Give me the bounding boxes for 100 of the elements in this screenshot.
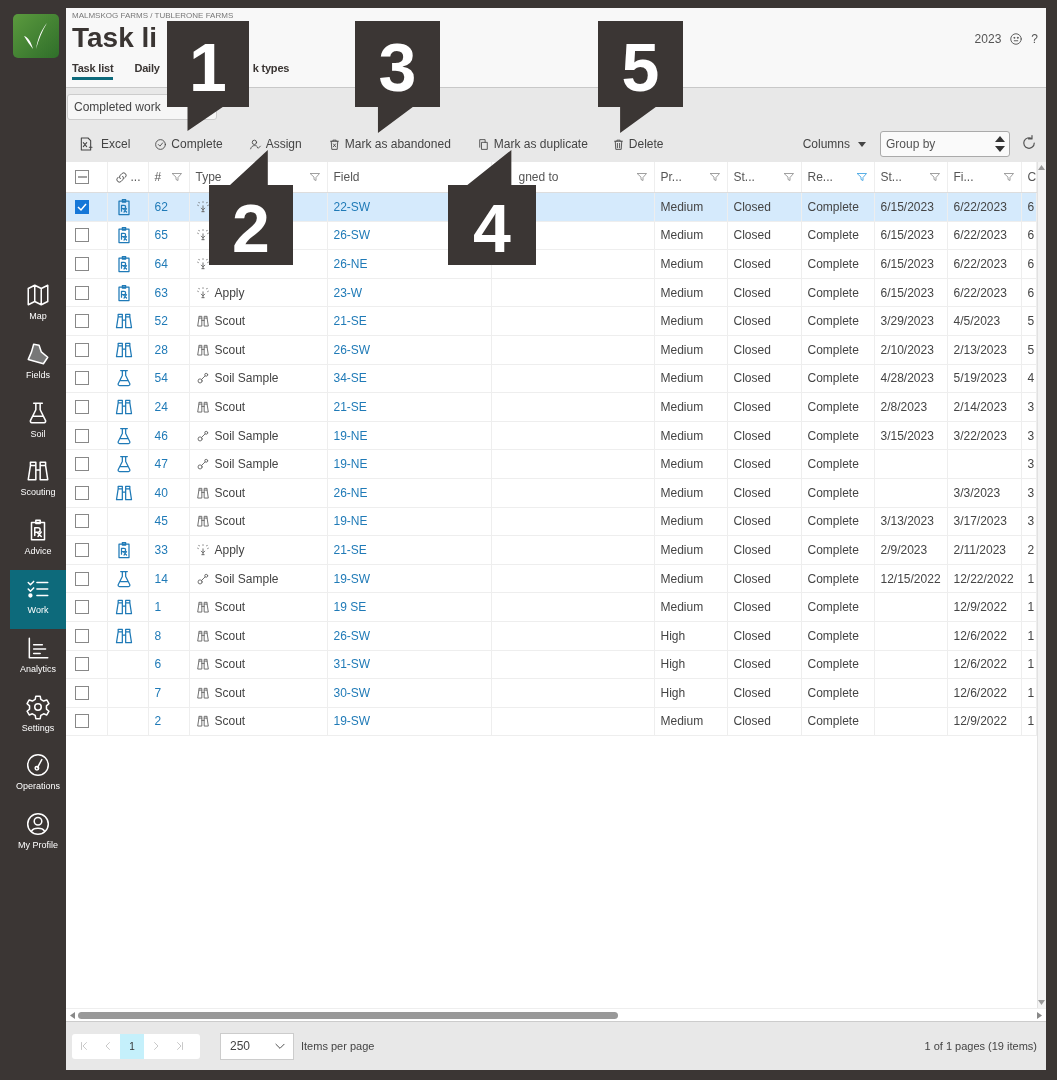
tab[interactable]: k types [252,62,290,80]
row-checkbox[interactable] [75,399,89,414]
columns-menu-button[interactable]: Columns [802,137,866,151]
scroll-right-icon[interactable] [1037,1011,1042,1019]
row-checkbox[interactable] [75,371,89,386]
task-number-link[interactable]: 14 [154,571,168,586]
field-link[interactable]: 19-NE [333,514,368,529]
row-checkbox[interactable] [75,600,89,615]
column-header: C [1027,170,1035,184]
field-link[interactable]: 30-SW [333,685,371,700]
scroll-down-icon[interactable] [1038,1000,1046,1005]
toolbar-button[interactable]: Delete [611,137,664,151]
task-number-link[interactable]: 47 [154,457,168,472]
page-size-select[interactable]: 250 [220,1032,294,1060]
task-number-link[interactable]: 33 [154,542,168,557]
field-link[interactable]: 19 SE [333,600,367,615]
column-header[interactable]: Pr... [660,170,682,184]
help-link[interactable]: ? [1031,32,1038,46]
column-header[interactable]: St... [733,170,755,184]
field-link[interactable]: 21-SE [333,314,367,329]
page-number-button[interactable]: 1 [120,1033,144,1059]
task-number-link[interactable]: 8 [154,628,162,643]
field-link[interactable]: 21-SE [333,542,367,557]
row-checkbox[interactable] [75,571,89,586]
row-checkbox[interactable] [75,685,89,700]
task-number-link[interactable]: 7 [154,685,162,700]
task-number-link[interactable]: 40 [154,485,168,500]
task-number-link[interactable]: 45 [154,514,168,529]
nav-item[interactable]: Operations [10,746,66,806]
column-header[interactable]: Re... [807,170,833,184]
row-checkbox[interactable] [75,457,89,472]
select-all-checkbox[interactable] [75,170,89,184]
column-header[interactable]: St... [880,170,902,184]
row-checkbox[interactable] [75,542,89,557]
task-number-link[interactable]: 2 [154,714,162,729]
row-checkbox[interactable] [75,228,89,243]
row-checkbox[interactable] [75,714,89,729]
group-by-select[interactable]: Group by [880,131,1010,157]
table-cell: 1 [1027,714,1035,729]
task-number-link[interactable]: 1 [154,600,162,615]
task-number-link[interactable]: 52 [154,314,168,329]
column-header[interactable]: Fi... [953,170,974,184]
toolbar-button[interactable]: Complete [154,137,223,151]
nav-item[interactable]: Soil [10,393,66,453]
row-checkbox[interactable] [75,285,89,300]
nav-item[interactable]: Map [10,276,66,335]
nav-item[interactable]: Scouting [10,452,66,512]
task-number-link[interactable]: 6 [154,657,162,672]
toolbar-button[interactable]: Excel [78,136,131,152]
toolbar-button[interactable]: Mark as abandoned [327,137,451,151]
tab[interactable]: Daily [134,62,160,80]
field-link[interactable]: 26-SW [333,342,371,357]
row-checkbox[interactable] [75,314,89,329]
task-number-link[interactable]: 64 [154,257,168,271]
field-link[interactable]: 23-W [333,285,363,300]
horizontal-scrollbar[interactable] [66,1008,1046,1022]
year-selector[interactable]: 2023 [974,32,1002,46]
field-link[interactable]: 31-SW [333,657,371,672]
field-link[interactable]: 26-NE [333,485,368,500]
tab[interactable]: Task list [72,62,114,80]
toolbar-button[interactable]: Assign [248,137,302,151]
field-link[interactable]: 26-SW [333,228,371,243]
row-checkbox[interactable] [75,514,89,529]
toolbar-button[interactable]: Mark as duplicate [476,137,588,151]
field-link[interactable]: 21-SE [333,399,367,414]
field-link[interactable]: 26-NE [333,257,368,271]
field-link[interactable]: 26-SW [333,628,371,643]
vertical-scrollbar[interactable] [1036,162,1046,1008]
row-checkbox[interactable] [75,342,89,357]
field-link[interactable]: 19-NE [333,457,368,472]
field-link[interactable]: 34-SE [333,371,367,386]
task-number-link[interactable]: 24 [154,399,168,414]
task-number-link[interactable]: 46 [154,428,168,443]
nav-item[interactable]: Advice [10,511,66,570]
nav-item[interactable]: My Profile [10,805,66,864]
row-checkbox[interactable] [75,485,89,500]
row-checkbox[interactable] [75,628,89,643]
scroll-left-icon[interactable] [70,1011,75,1019]
column-header[interactable]: # [154,170,162,184]
task-number-link[interactable]: 65 [154,228,168,243]
row-checkbox[interactable] [75,428,89,443]
nav-item[interactable]: Analytics [10,628,66,688]
scroll-up-icon[interactable] [1038,165,1046,170]
field-link[interactable]: 19-NE [333,428,368,443]
table-cell: 1 [1027,600,1035,615]
row-checkbox[interactable] [75,257,89,271]
field-link[interactable]: 19-SW [333,714,371,729]
nav-item[interactable]: Work [10,570,66,629]
task-number-link[interactable]: 54 [154,371,168,386]
column-header[interactable]: Field [333,170,360,184]
app-logo[interactable] [13,14,59,58]
field-link[interactable]: 19-SW [333,571,371,586]
row-checkbox[interactable] [75,657,89,672]
task-number-link[interactable]: 63 [154,285,168,300]
nav-item[interactable]: Fields [10,334,66,394]
task-number-link[interactable]: 62 [154,199,168,214]
field-link[interactable]: 22-SW [333,199,371,214]
row-checkbox[interactable] [75,199,89,214]
task-number-link[interactable]: 28 [154,342,168,357]
nav-item[interactable]: Settings [10,687,66,747]
